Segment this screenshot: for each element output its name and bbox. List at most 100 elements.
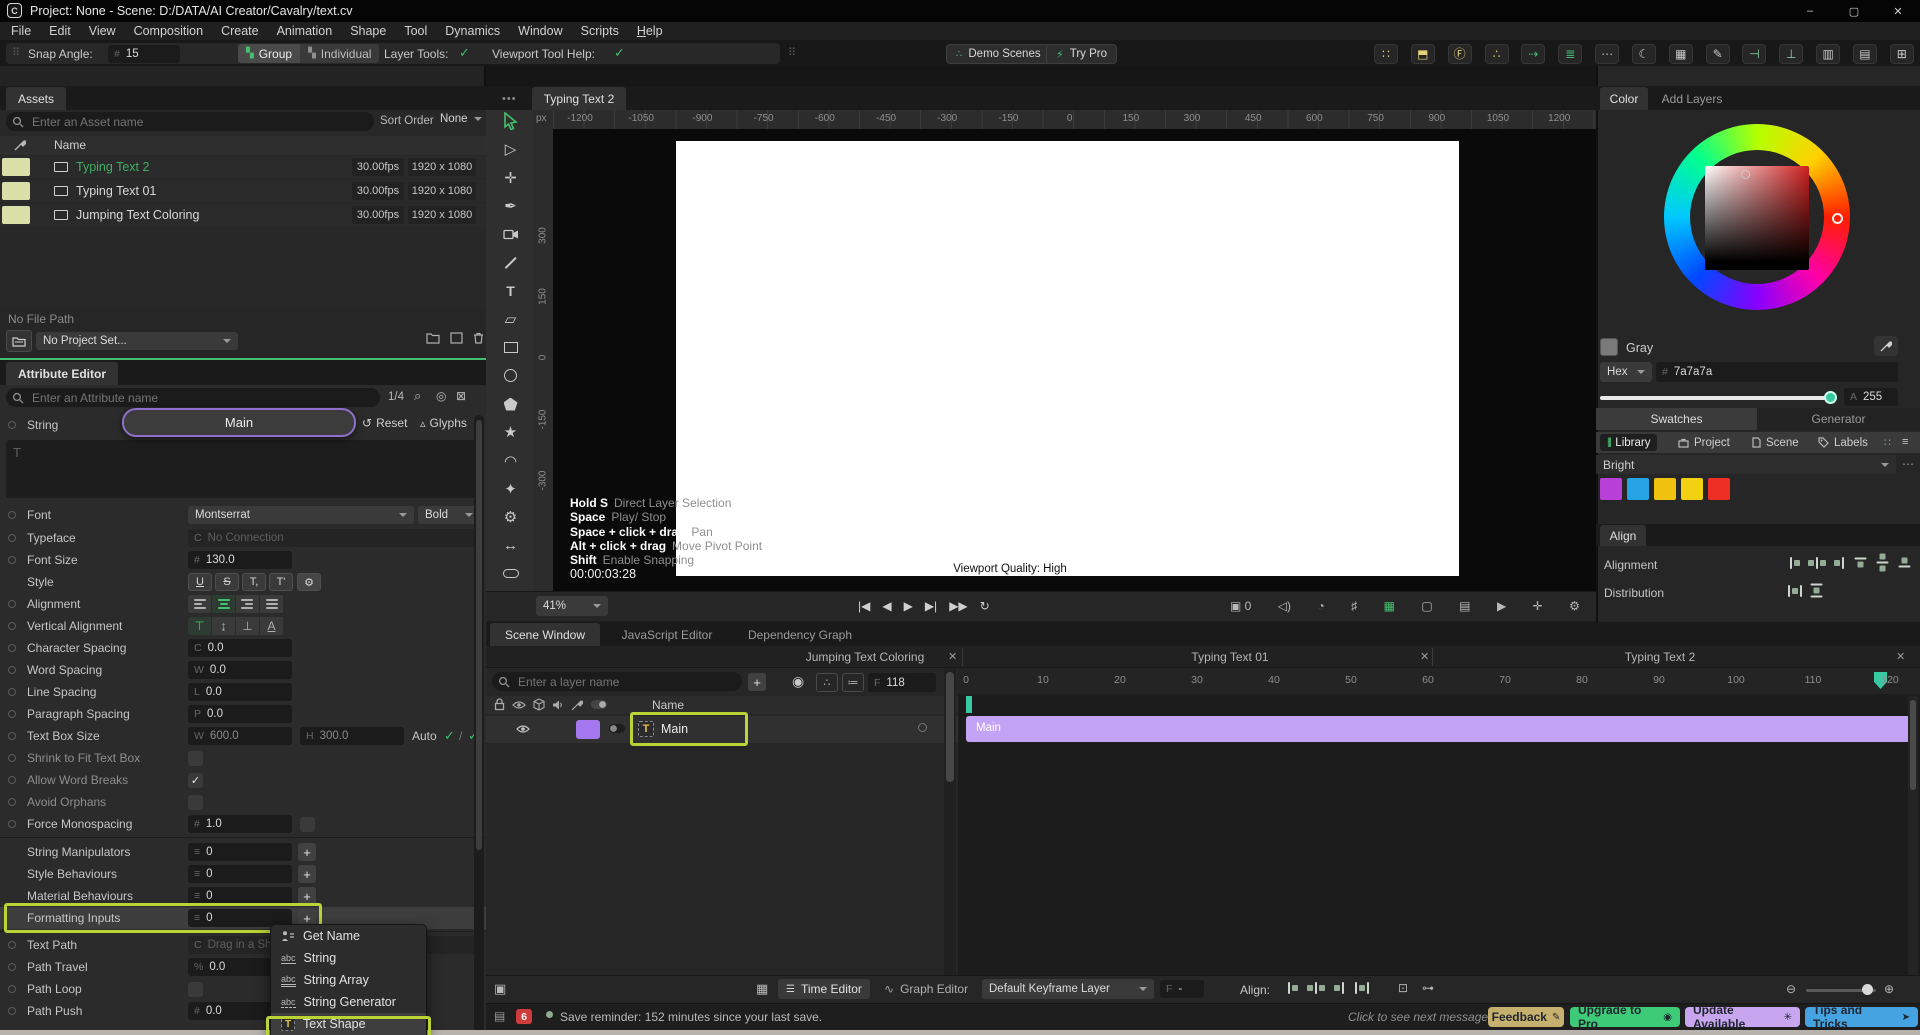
close-button[interactable]: ✕: [1876, 0, 1920, 22]
individual-mode-button[interactable]: ▚ Individual: [300, 44, 380, 63]
pentagon-tool[interactable]: [488, 391, 533, 417]
layer-color-swatch[interactable]: [576, 720, 600, 739]
drag-handle-icon[interactable]: ⠿: [12, 46, 20, 59]
tips-and-tricks-button[interactable]: Tips and Tricks ➤: [1805, 1003, 1918, 1031]
play-options-icon[interactable]: ▶: [1497, 599, 1506, 613]
glyphs-button[interactable]: ▵ Glyphs: [420, 416, 467, 430]
align-left-icon[interactable]: ⊣: [1742, 43, 1767, 64]
log-icon[interactable]: ▤: [494, 1009, 505, 1023]
string-value-popup[interactable]: Main: [122, 408, 356, 437]
color-swatch[interactable]: [1654, 478, 1676, 500]
align-bottom-button[interactable]: [1898, 554, 1913, 572]
timeline-area[interactable]: [958, 668, 1920, 975]
pen-tool[interactable]: ✒: [488, 193, 533, 219]
connector-circle[interactable]: [8, 556, 16, 564]
align-right-button[interactable]: [1830, 555, 1848, 570]
path-loop-checkbox[interactable]: [188, 981, 203, 997]
zoom-in-icon[interactable]: ⊕: [1884, 982, 1894, 996]
distribute-h-button[interactable]: [1786, 583, 1804, 598]
close-icon[interactable]: ✕: [1420, 650, 1429, 663]
display-icon[interactable]: ▢: [1421, 599, 1432, 613]
open-folder-icon[interactable]: [426, 332, 440, 344]
timeline-ruler[interactable]: [958, 668, 1920, 694]
hue-pointer[interactable]: [1832, 213, 1843, 224]
style-settings-button[interactable]: ⚙: [297, 573, 321, 591]
menu-create[interactable]: Create: [212, 22, 268, 40]
connector-circle[interactable]: [8, 666, 16, 674]
timeline-zoom-slider-thumb[interactable]: [1862, 984, 1873, 995]
layer-search-input[interactable]: [492, 672, 742, 691]
connector-circle[interactable]: [8, 985, 16, 993]
feedback-button[interactable]: Feedback ✎: [1488, 1007, 1564, 1027]
add-style-behaviour-button[interactable]: +: [298, 865, 316, 883]
try-pro-button[interactable]: ⚡ Try Pro: [1046, 44, 1118, 64]
pen-icon[interactable]: ✎: [1705, 43, 1730, 64]
character-spacing-input[interactable]: C 0.0: [188, 639, 292, 657]
frame-f-icon[interactable]: Ⓕ: [1447, 43, 1472, 64]
align-center-h-button[interactable]: [1808, 555, 1826, 570]
dashed-arrow-icon[interactable]: ⇢: [1521, 43, 1546, 64]
snap-cursor-icon[interactable]: ∴: [816, 673, 838, 692]
align-bottom-icon[interactable]: ⊥: [1779, 43, 1804, 64]
menu-dynamics[interactable]: Dynamics: [436, 22, 509, 40]
width-tool[interactable]: ↔: [488, 533, 533, 559]
paragraph-spacing-input[interactable]: P 0.0: [188, 705, 292, 723]
frame-icon[interactable]: [450, 332, 463, 344]
default-keyframe-layer-select[interactable]: Default Keyframe Layer: [982, 979, 1154, 999]
comp-tab-typing-text-01[interactable]: Typing Text 01: [1135, 650, 1325, 664]
color-swatch[interactable]: [1681, 478, 1703, 500]
menu-help[interactable]: Help: [628, 22, 672, 40]
menu-scripts[interactable]: Scripts: [572, 22, 628, 40]
reset-button[interactable]: ↺ Reset: [362, 416, 407, 430]
camera-tool[interactable]: [488, 221, 533, 247]
connector-circle[interactable]: [8, 710, 16, 718]
demo-scenes-button[interactable]: ∴ Demo Scenes: [946, 44, 1051, 64]
maximize-button[interactable]: ▢: [1832, 0, 1876, 22]
eyedropper-icon[interactable]: [14, 139, 26, 151]
connector-circle[interactable]: [8, 644, 16, 652]
force-monospacing-input[interactable]: #1.0: [188, 815, 292, 833]
connector-circle[interactable]: [8, 622, 16, 630]
skip-start-button[interactable]: |◀: [858, 599, 870, 613]
snap-angle-input[interactable]: # 15: [108, 45, 180, 63]
context-item-get-name[interactable]: Get Name: [271, 925, 426, 947]
filter-scene[interactable]: Scene: [1752, 434, 1799, 451]
subscript-button[interactable]: T,: [242, 573, 266, 591]
play-button[interactable]: ▶: [904, 599, 913, 613]
shrink-to-fit-checkbox[interactable]: [188, 750, 203, 766]
frame-input[interactable]: F 118: [868, 673, 936, 692]
timeline-bar-main[interactable]: Main: [966, 716, 1910, 742]
update-available-button[interactable]: Update Available ✳: [1685, 1003, 1800, 1031]
render-icon[interactable]: ▤: [1459, 599, 1470, 613]
direct-select-tool[interactable]: ▷: [488, 136, 533, 162]
greenscreen-icon[interactable]: ▦: [1384, 599, 1395, 613]
current-color-swatch[interactable]: [1600, 338, 1618, 356]
scatter-icon[interactable]: ∴: [1484, 43, 1509, 64]
layer-tools-check-icon[interactable]: ✓: [459, 45, 470, 61]
timeline-scrollbar-thumb[interactable]: [1910, 700, 1916, 790]
hex-mode-select[interactable]: Hex: [1600, 362, 1652, 382]
align-right-button[interactable]: [236, 595, 260, 613]
connector-circle[interactable]: [918, 723, 927, 732]
connector-circle[interactable]: [8, 754, 16, 762]
filter-labels[interactable]: Labels: [1818, 434, 1868, 451]
close-icon[interactable]: ✕: [948, 650, 957, 663]
tool-strip-more-icon[interactable]: •••: [502, 93, 517, 105]
arc-tool[interactable]: ◠: [488, 448, 533, 474]
attribute-search-input[interactable]: [6, 388, 380, 407]
table-icon[interactable]: ▦: [1668, 43, 1693, 64]
grid-view-icon[interactable]: ∷: [1884, 436, 1891, 449]
timer-icon[interactable]: ◔: [1317, 599, 1324, 613]
tab-color[interactable]: Color: [1600, 87, 1648, 110]
kf-distribute-button[interactable]: [1353, 980, 1371, 995]
kf-align-left-button[interactable]: [1284, 980, 1302, 995]
color-picker-button[interactable]: [1874, 336, 1898, 356]
search-zoom-icon[interactable]: ⌕: [414, 388, 421, 404]
speaker-icon[interactable]: [552, 699, 564, 711]
frame-number-icon[interactable]: ♯: [1351, 599, 1357, 613]
step-forward-button[interactable]: ▶|: [925, 599, 937, 613]
close-icon[interactable]: ✕: [1896, 650, 1905, 663]
strikethrough-button[interactable]: S: [215, 573, 239, 591]
alpha-slider-track[interactable]: [1600, 396, 1834, 400]
connector-circle[interactable]: [8, 511, 16, 519]
